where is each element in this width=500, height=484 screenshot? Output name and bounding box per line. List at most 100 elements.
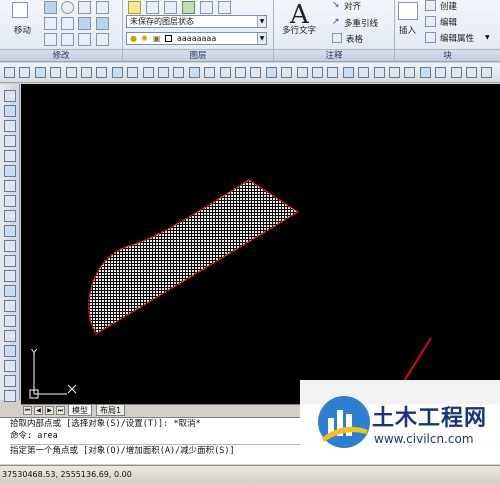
toolbar-tool-icon[interactable] (312, 67, 323, 78)
toolbar-tool-icon[interactable] (219, 67, 231, 78)
edit-label[interactable]: 编辑 (440, 16, 457, 28)
toolbar-tool-icon[interactable] (34, 67, 46, 78)
toolbar-tool-icon[interactable] (358, 67, 370, 78)
copy-icon[interactable] (44, 17, 57, 30)
red-leader-line[interactable] (400, 337, 432, 387)
toolbar-tool-icon[interactable] (373, 67, 385, 78)
create-label[interactable]: 创建 (440, 0, 457, 12)
create-block-icon[interactable] (425, 0, 436, 11)
next-tab-icon[interactable]: ▶ (45, 406, 54, 415)
draw-tool-icon[interactable] (4, 120, 16, 132)
edit-attribute-label[interactable]: 编辑属性 (440, 32, 474, 44)
toolbar-tool-icon[interactable] (342, 67, 354, 78)
draw-tool-icon[interactable] (4, 105, 16, 117)
align-label[interactable]: 对齐 (344, 0, 361, 12)
toolbar-tool-icon[interactable] (142, 67, 154, 78)
draw-tool-icon[interactable] (4, 300, 16, 312)
stretch-icon[interactable] (44, 33, 57, 46)
toolbar-tool-icon[interactable] (481, 67, 493, 78)
toolbar-tool-icon[interactable] (96, 67, 108, 78)
toolbar-tool-icon[interactable] (296, 67, 308, 78)
draw-tool-icon[interactable] (4, 330, 16, 342)
array-icon[interactable] (78, 17, 91, 30)
circle-icon[interactable] (61, 1, 74, 14)
annotation-panel-title[interactable]: 注释 (274, 49, 394, 61)
draw-tool-icon[interactable] (4, 90, 16, 102)
toolbar-tool-icon[interactable] (65, 67, 77, 78)
insert-label[interactable]: 插入 (399, 24, 416, 36)
table-label[interactable]: 表格 (346, 33, 363, 45)
toolbar-tool-icon[interactable] (435, 67, 447, 78)
layer-off-icon[interactable] (200, 1, 213, 14)
draw-tool-icon[interactable] (4, 360, 16, 372)
edit-block-icon[interactable] (425, 16, 436, 27)
toolbar-tool-icon[interactable] (173, 67, 185, 78)
rotate-icon[interactable] (44, 1, 57, 14)
mtext-label[interactable]: 多行文字 (282, 24, 316, 36)
coordinate-readout[interactable]: 37530468.53, 2555136.69, 0.00 (2, 470, 132, 479)
mleader-icon[interactable]: ↗ (332, 17, 340, 27)
toolbar-tool-icon[interactable] (188, 67, 200, 78)
draw-tool-icon[interactable] (4, 240, 16, 252)
layer-freeze-icon[interactable] (182, 1, 195, 14)
toolbar-tool-icon[interactable] (81, 67, 92, 78)
toolbar-tool-icon[interactable] (419, 67, 431, 78)
toolbar-tool-icon[interactable] (127, 67, 139, 78)
toolbar-tool-icon[interactable] (204, 67, 216, 78)
layer-lock-icon[interactable] (218, 1, 231, 14)
extend-icon[interactable] (96, 17, 109, 30)
drawing-canvas[interactable]: Y (21, 84, 500, 404)
hatched-region[interactable] (88, 179, 300, 336)
toolbar-tool-icon[interactable] (4, 67, 15, 78)
toolbar-tool-icon[interactable] (450, 67, 462, 78)
table-icon[interactable] (332, 33, 342, 43)
scale-icon[interactable] (61, 33, 74, 46)
draw-tool-icon[interactable] (4, 165, 16, 177)
offset-icon[interactable] (96, 33, 109, 46)
align-icon[interactable]: ↘ (332, 0, 340, 10)
insert-block-icon[interactable] (398, 2, 418, 20)
toolbar-tool-icon[interactable] (50, 67, 62, 78)
layer-panel-title[interactable]: 图层 (123, 49, 273, 61)
layer-isolate-icon[interactable] (164, 1, 177, 14)
trim-icon[interactable] (96, 1, 109, 14)
fillet-icon[interactable] (78, 1, 91, 14)
toolbar-tool-icon[interactable] (389, 67, 400, 78)
toolbar-tool-icon[interactable] (466, 67, 477, 78)
layer-states-icon[interactable] (146, 1, 159, 14)
toolbar-tool-icon[interactable] (235, 67, 246, 78)
draw-tool-icon[interactable] (4, 285, 16, 297)
mleader-label[interactable]: 多重引线 (344, 17, 378, 29)
draw-tool-icon[interactable] (4, 270, 16, 282)
draw-tool-icon[interactable] (4, 180, 16, 192)
layer-state-select[interactable]: 未保存的图层状态 ▼ (126, 15, 267, 28)
toolbar-tool-icon[interactable] (404, 67, 416, 78)
explode-icon[interactable] (78, 33, 91, 46)
chevron-down-icon[interactable]: ▼ (257, 33, 266, 44)
move-icon[interactable] (12, 2, 28, 18)
draw-tool-icon[interactable] (4, 150, 16, 162)
edit-attribute-icon[interactable] (425, 32, 436, 43)
tab-model[interactable]: 模型 (68, 405, 92, 416)
draw-tool-icon[interactable] (4, 345, 16, 357)
drawing-svg[interactable]: Y (21, 84, 500, 404)
tab-layout1[interactable]: 布局1 (96, 405, 126, 416)
toolbar-tool-icon[interactable] (281, 67, 293, 78)
block-panel-title[interactable]: 块 (395, 49, 500, 61)
draw-tool-icon[interactable] (4, 255, 16, 267)
chevron-down-icon[interactable]: ▼ (257, 16, 266, 27)
move-label[interactable]: 移动 (14, 24, 31, 36)
chevron-down-icon[interactable]: ▼ (485, 34, 490, 41)
layer-select[interactable]: ● ✺ ▣ aaaaaaaa ▼ (126, 32, 267, 45)
draw-tool-icon[interactable] (4, 315, 16, 327)
toolbar-tool-icon[interactable] (158, 67, 169, 78)
prev-tab-icon[interactable]: ◀ (34, 406, 43, 415)
last-tab-icon[interactable]: ⏭ (56, 406, 65, 415)
draw-tool-icon[interactable] (4, 375, 16, 387)
mirror-icon[interactable] (61, 17, 74, 30)
draw-tool-icon[interactable] (4, 195, 16, 207)
layer-properties-icon[interactable] (128, 1, 141, 14)
toolbar-tool-icon[interactable] (111, 67, 123, 78)
toolbar-tool-icon[interactable] (250, 67, 262, 78)
modify-panel-title[interactable]: 修改 (0, 49, 122, 61)
